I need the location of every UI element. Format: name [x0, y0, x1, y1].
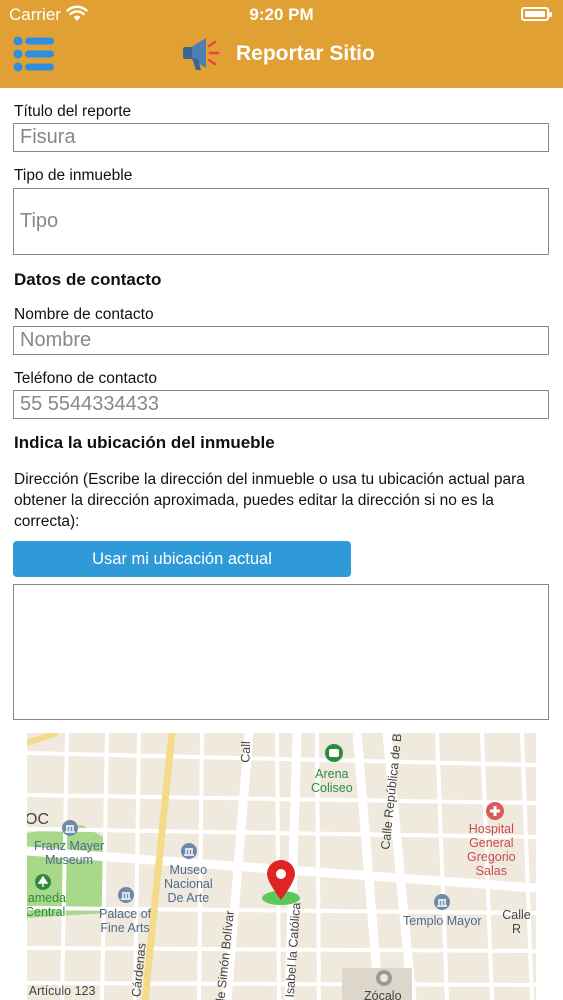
battery-icon: [521, 7, 552, 21]
oc-label: OC: [27, 811, 49, 828]
street-articulo-label: e Artículo 123: [27, 984, 96, 998]
location-map[interactable]: Arena Coliseo Hospital General Gregorio …: [27, 733, 536, 1000]
museo-nacional-icon[interactable]: [180, 842, 198, 860]
direccion-description: Dirección (Escribe la dirección del inmu…: [14, 471, 525, 530]
alameda-label: lameda Central: [27, 891, 66, 919]
franz-label: Franz Mayer Museum: [34, 839, 105, 867]
alameda-park-icon[interactable]: [34, 873, 52, 891]
header-title-group: Reportar Sitio: [180, 34, 375, 74]
street-callr-label: Calle R: [502, 908, 531, 936]
hospital-label: Hospital General Gregorio Salas: [467, 822, 516, 878]
arena-poi-icon[interactable]: [324, 743, 344, 763]
nombre-input[interactable]: [13, 326, 549, 355]
app-header: Carrier 9:20 PM Reportar Sitio: [0, 0, 563, 88]
clock: 9:20 PM: [249, 5, 314, 24]
franz-museum-icon[interactable]: [61, 819, 79, 837]
street-call-label: Call: [238, 740, 254, 764]
titulo-label: Título del reporte: [14, 103, 132, 120]
nombre-label: Nombre de contacto: [14, 306, 154, 323]
megaphone-icon: [183, 38, 220, 70]
templo-museum-icon[interactable]: [433, 893, 451, 911]
telefono-label: Teléfono de contacto: [14, 370, 158, 387]
use-location-button[interactable]: Usar mi ubicación actual: [13, 541, 351, 577]
tipo-label: Tipo de inmueble: [14, 167, 133, 184]
hospital-poi-icon[interactable]: [485, 801, 505, 821]
status-bar: Carrier 9:20 PM: [0, 0, 563, 30]
telefono-input[interactable]: [13, 390, 549, 419]
zocalo-label: Zócalo: [364, 989, 402, 1000]
zocalo-poi-icon[interactable]: [374, 968, 394, 988]
museo-label: Museo Nacional De Arte: [164, 863, 213, 905]
direccion-textarea[interactable]: [13, 584, 549, 720]
palace-museum-icon[interactable]: [117, 886, 135, 904]
ubicacion-heading: Indica la ubicación del inmueble: [14, 433, 275, 452]
list-menu-icon[interactable]: [12, 36, 56, 72]
contacto-heading: Datos de contacto: [14, 270, 162, 289]
templo-label: Templo Mayor: [403, 914, 482, 928]
page-title: Reportar Sitio: [236, 42, 375, 65]
tipo-input[interactable]: [13, 188, 549, 255]
arena-label: Arena Coliseo: [311, 767, 353, 795]
titulo-input[interactable]: [13, 123, 549, 152]
